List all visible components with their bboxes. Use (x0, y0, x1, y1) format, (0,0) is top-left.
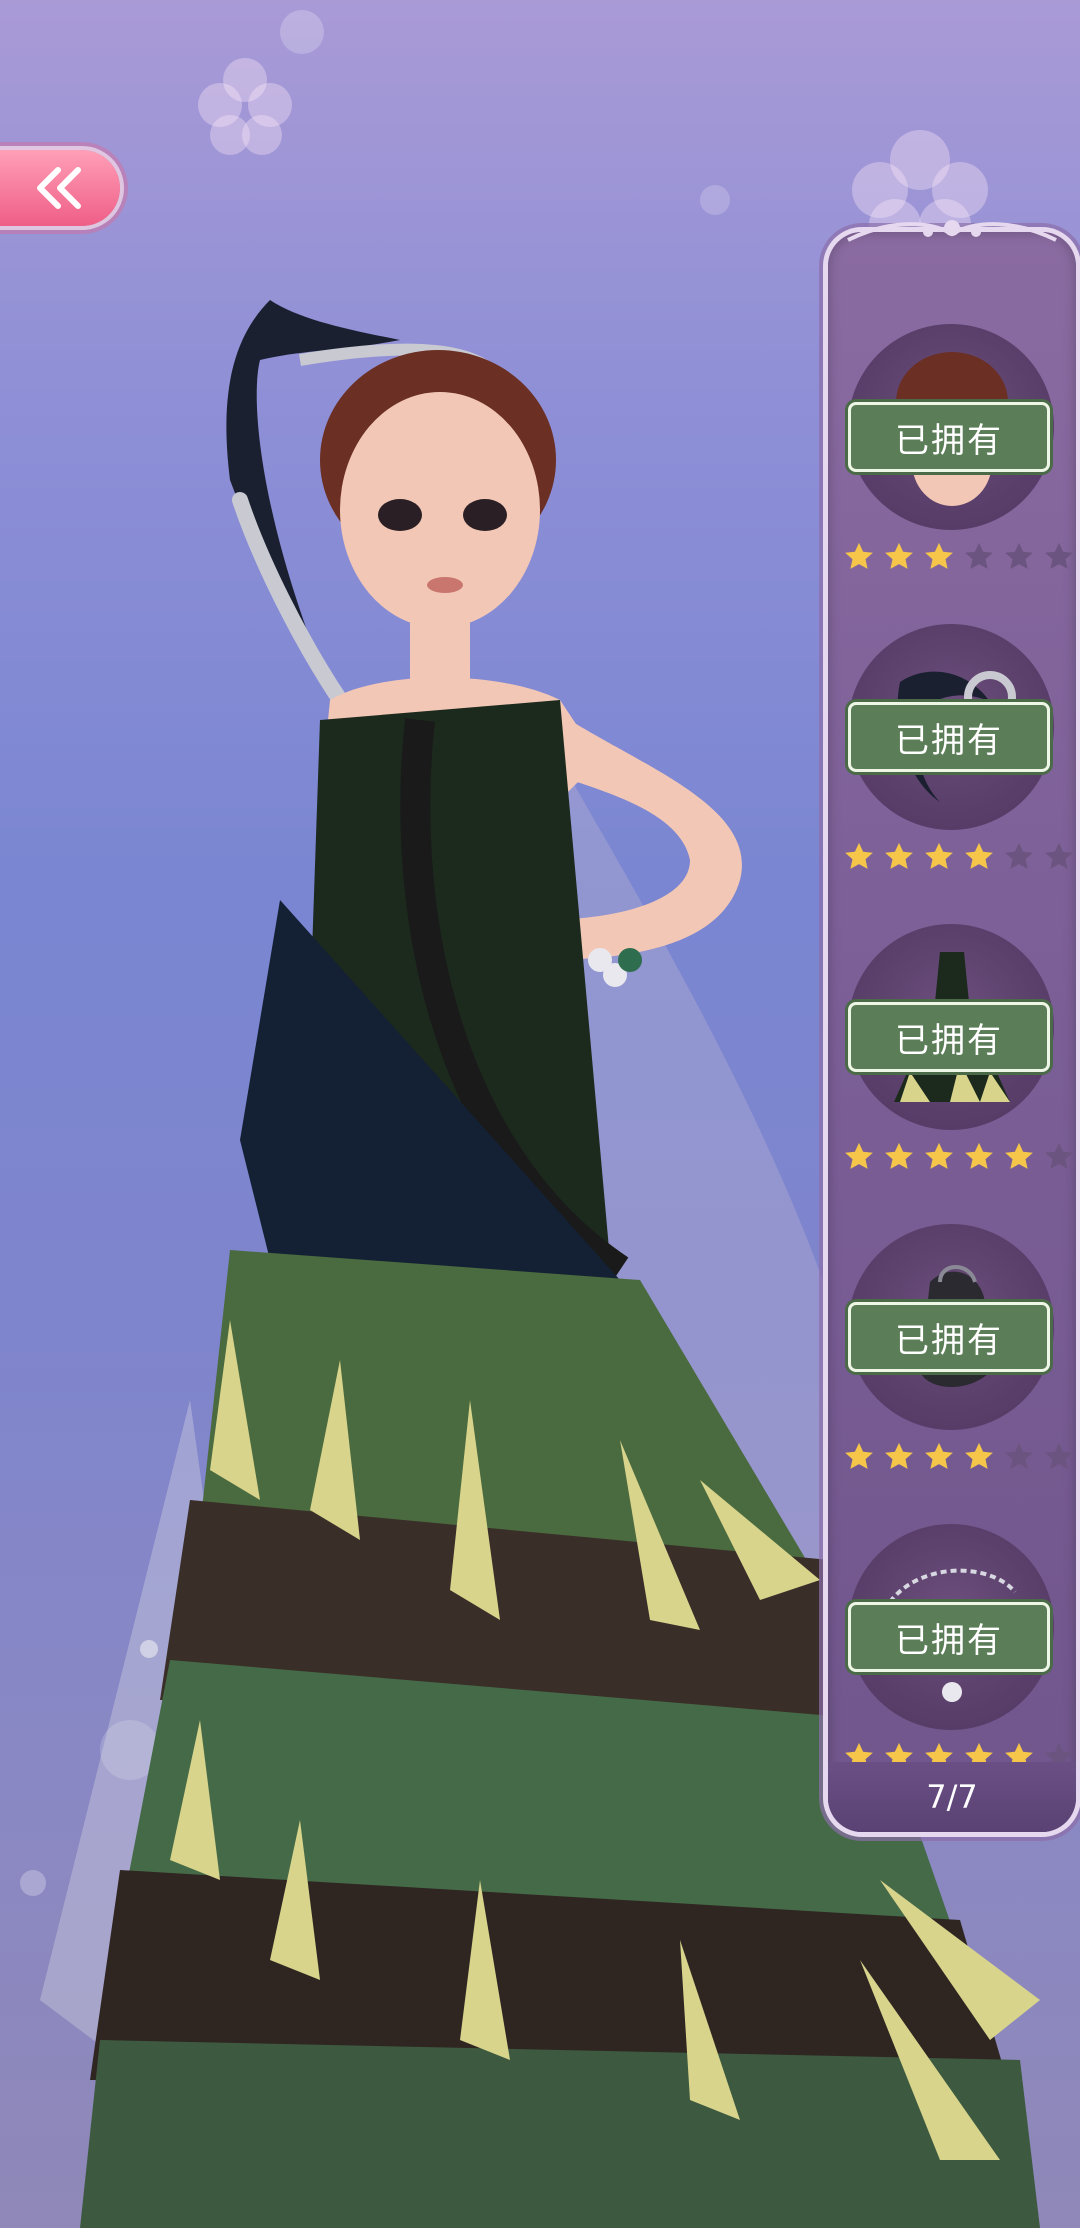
star-filled-icon (922, 840, 956, 874)
star-filled-icon (842, 1440, 876, 1474)
star-filled-icon (962, 1140, 996, 1174)
star-filled-icon (922, 1440, 956, 1474)
star-rating (842, 1140, 1076, 1174)
game-scene: 已拥有 已拥有 已拥有 已拥有 已拥有 7/7 (0, 0, 1080, 2228)
star-filled-icon (882, 540, 916, 574)
star-filled-icon (922, 540, 956, 574)
star-filled-icon (882, 1440, 916, 1474)
star-empty-icon (1042, 840, 1076, 874)
star-filled-icon (842, 1140, 876, 1174)
ornament-icon (847, 220, 1057, 242)
double-chevron-left-icon (37, 167, 81, 209)
star-empty-icon (1002, 540, 1036, 574)
owned-badge: 已拥有 (848, 1002, 1050, 1072)
star-empty-icon (962, 540, 996, 574)
owned-badge: 已拥有 (848, 1302, 1050, 1372)
star-empty-icon (1002, 840, 1036, 874)
star-filled-icon (922, 1140, 956, 1174)
owned-badge: 已拥有 (848, 402, 1050, 472)
star-rating (842, 840, 1076, 874)
page-indicator: 7/7 (828, 1762, 1076, 1832)
star-filled-icon (842, 540, 876, 574)
outfit-items-panel: 已拥有 已拥有 已拥有 已拥有 已拥有 7/7 (828, 220, 1076, 1832)
back-button[interactable] (0, 150, 120, 226)
outfit-item-hair[interactable]: 已拥有 (828, 312, 1076, 612)
star-rating (842, 1440, 1076, 1474)
outfit-item-shoes[interactable]: 已拥有 (828, 1212, 1076, 1512)
owned-badge: 已拥有 (848, 1602, 1050, 1672)
outfit-item-headpiece[interactable]: 已拥有 (828, 612, 1076, 912)
outfit-item-dress[interactable]: 已拥有 (828, 912, 1076, 1212)
star-rating (842, 540, 1076, 574)
star-filled-icon (1002, 1140, 1036, 1174)
star-filled-icon (962, 1440, 996, 1474)
star-empty-icon (1042, 540, 1076, 574)
star-empty-icon (1042, 1140, 1076, 1174)
star-filled-icon (882, 1140, 916, 1174)
star-filled-icon (882, 840, 916, 874)
owned-badge: 已拥有 (848, 702, 1050, 772)
star-empty-icon (1042, 1440, 1076, 1474)
star-filled-icon (962, 840, 996, 874)
star-empty-icon (1002, 1440, 1036, 1474)
star-filled-icon (842, 840, 876, 874)
